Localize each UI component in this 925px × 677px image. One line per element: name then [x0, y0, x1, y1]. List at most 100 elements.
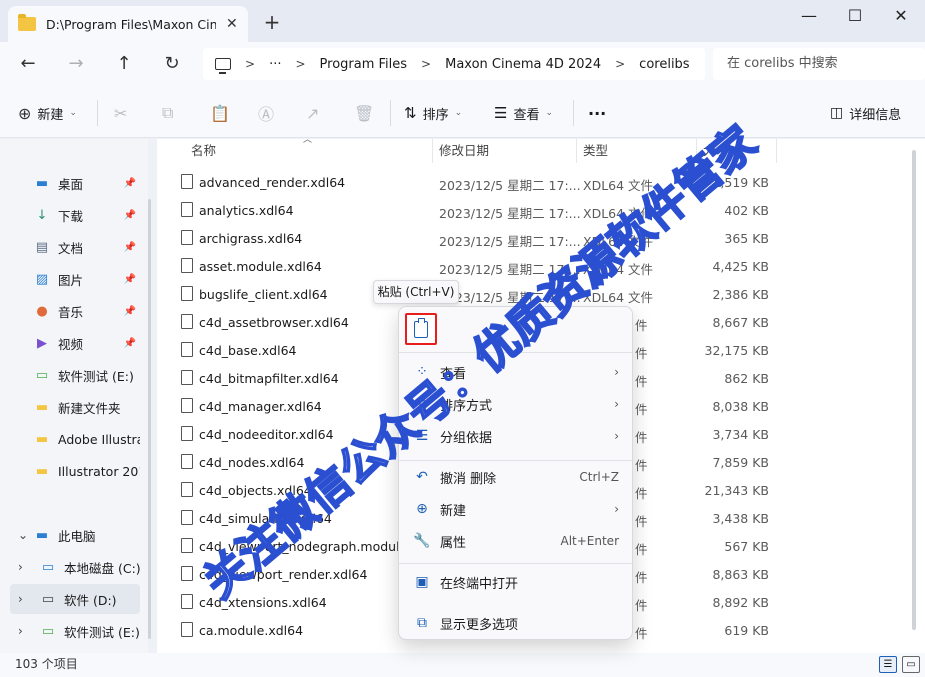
- sidebar-item-label: 下载: [58, 208, 84, 224]
- menu-item[interactable]: ☰ 分组依据 ›: [405, 421, 627, 451]
- column-divider[interactable]: [432, 139, 433, 163]
- close-tab-icon[interactable]: ✕: [226, 16, 238, 32]
- breadcrumb-program-files[interactable]: Program Files: [320, 57, 408, 72]
- paste-icon[interactable]: 📋: [210, 100, 230, 126]
- chevron-down-icon[interactable]: ⌄: [18, 528, 28, 542]
- menu-item[interactable]: ⁘ 查看 ›: [405, 357, 627, 387]
- search-input[interactable]: 在 corelibs 中搜索: [713, 48, 925, 80]
- explorer-tab[interactable]: D:\Program Files\Maxon Ciner ✕: [8, 6, 248, 42]
- sidebar-item[interactable]: ▬ Illustrator 2018: [10, 456, 140, 486]
- chevron-right-icon[interactable]: ›: [18, 560, 23, 574]
- column-divider[interactable]: [576, 139, 577, 163]
- file-size: 21,343 KB: [704, 483, 769, 498]
- sidebar-item[interactable]: ▶ 视频 📌: [10, 328, 140, 358]
- paste-icon: [414, 317, 428, 338]
- breadcrumb-separator[interactable]: >: [417, 57, 435, 71]
- column-name[interactable]: 名称: [191, 139, 216, 163]
- menu-item[interactable]: ⊕ 新建 ›: [405, 494, 627, 524]
- file-icon: [181, 566, 193, 581]
- group-icon: ☰: [415, 428, 429, 444]
- view-button[interactable]: ☰ 查看 ⌄: [494, 100, 553, 126]
- more-button[interactable]: ···: [588, 100, 606, 126]
- command-bar: [0, 88, 925, 138]
- details-view-icon[interactable]: ☰: [879, 656, 897, 673]
- rename-icon[interactable]: Ⓐ: [258, 100, 274, 126]
- sidebar-item[interactable]: ↓ 下载 📌: [10, 200, 140, 230]
- sidebar-item[interactable]: ⌄ ▬ 此电脑: [10, 520, 140, 550]
- sidebar-item[interactable]: ▤ 文档 📌: [10, 232, 140, 262]
- sidebar-item[interactable]: › ▭ 软件测试 (E:): [10, 616, 140, 646]
- chevron-right-icon[interactable]: ›: [18, 592, 23, 606]
- drive-icon: ▭: [41, 623, 55, 639]
- breadcrumb-corelibs[interactable]: corelibs: [639, 57, 689, 72]
- menu-item[interactable]: ⧉ 显示更多选项: [405, 608, 627, 638]
- file-type: 件: [635, 514, 648, 529]
- chevron-right-icon[interactable]: ›: [18, 624, 23, 638]
- chevron-down-icon: ⌄: [69, 108, 77, 118]
- share-icon[interactable]: ↗: [306, 100, 319, 126]
- pin-icon[interactable]: 📌: [124, 274, 136, 285]
- new-tab-button[interactable]: +: [262, 12, 282, 32]
- tiles-view-icon[interactable]: ▭: [902, 656, 920, 673]
- column-divider[interactable]: [696, 139, 697, 163]
- refresh-button[interactable]: ↻: [158, 52, 186, 76]
- pin-icon[interactable]: 📌: [124, 338, 136, 349]
- sidebar-item[interactable]: ▬ 桌面 📌: [10, 168, 140, 198]
- pin-icon[interactable]: 📌: [124, 210, 136, 221]
- sidebar-item[interactable]: ▬ 新建文件夹: [10, 392, 140, 422]
- sidebar-item[interactable]: ● 音乐 📌: [10, 296, 140, 326]
- column-type[interactable]: 类型: [583, 139, 608, 163]
- file-icon: [181, 230, 193, 245]
- copy-icon[interactable]: ⧉: [162, 100, 173, 126]
- breadcrumb-separator[interactable]: >: [291, 57, 309, 71]
- up-button[interactable]: ↑: [110, 52, 138, 76]
- pin-icon[interactable]: 📌: [124, 306, 136, 317]
- sidebar-item[interactable]: ▭ 软件测试 (E:): [10, 360, 140, 390]
- menu-item[interactable]: ▣ 在终端中打开: [405, 567, 627, 597]
- menu-item-label: 分组依据: [440, 430, 493, 446]
- pin-icon[interactable]: 📌: [124, 178, 136, 189]
- sidebar-item[interactable]: › ▭ 软件 (D:): [10, 584, 140, 614]
- menu-item[interactable]: ↶ 撤消 删除 Ctrl+Z: [405, 462, 627, 492]
- file-row[interactable]: bugslife_client.xdl64 2023/12/5 星期二 17:..…: [178, 280, 778, 308]
- vertical-scrollbar[interactable]: [912, 150, 916, 630]
- forward-button[interactable]: →: [62, 52, 90, 76]
- sidebar-item[interactable]: ▬ Adobe Illustrat: [10, 424, 140, 454]
- details-pane-icon: ◫: [830, 105, 844, 121]
- new-button[interactable]: ⊕ 新建 ⌄: [18, 100, 77, 126]
- file-row[interactable]: analytics.xdl64 2023/12/5 星期二 17:... XDL64…: [178, 196, 778, 224]
- maximize-button[interactable]: ☐: [832, 6, 878, 26]
- back-button[interactable]: ←: [14, 52, 42, 76]
- file-type: 件: [635, 430, 648, 445]
- file-size: 365 KB: [724, 231, 769, 246]
- file-size: 2,386 KB: [712, 287, 769, 302]
- breadcrumb-maxon[interactable]: Maxon Cinema 4D 2024: [445, 57, 601, 72]
- file-row[interactable]: archigrass.xdl64 2023/12/5 星期二 17:... XDL6…: [178, 224, 778, 252]
- column-divider[interactable]: [776, 139, 777, 163]
- delete-icon[interactable]: 🗑: [354, 100, 374, 126]
- column-size[interactable]: 大小: [703, 139, 728, 163]
- column-date[interactable]: 修改日期: [439, 139, 489, 163]
- menu-item[interactable]: ⇅ 排序方式 ›: [405, 389, 627, 419]
- sidebar-scrollbar[interactable]: [148, 199, 151, 639]
- file-name: c4d_viewport_nodegraph.module.x: [199, 539, 419, 554]
- file-row[interactable]: advanced_render.xdl64 2023/12/5 星期二 17:..…: [178, 168, 778, 196]
- pin-icon[interactable]: 📌: [124, 242, 136, 253]
- cut-icon[interactable]: ✂: [114, 100, 127, 126]
- breadcrumb-overflow[interactable]: ···: [269, 57, 281, 72]
- sort-button[interactable]: ⇅ 排序 ⌄: [404, 100, 462, 126]
- breadcrumb-separator[interactable]: >: [241, 57, 259, 71]
- details-button[interactable]: ◫ 详细信息: [830, 100, 901, 126]
- minimize-button[interactable]: —: [786, 6, 832, 26]
- sidebar-item[interactable]: › ▭ 本地磁盘 (C:): [10, 552, 140, 582]
- sort-ascending-icon: ︿: [303, 135, 313, 145]
- sidebar-item[interactable]: ▨ 图片 📌: [10, 264, 140, 294]
- address-bar[interactable]: > ··· > Program Files > Maxon Cinema 4D …: [203, 48, 705, 80]
- breadcrumb-separator[interactable]: >: [611, 57, 629, 71]
- paste-menu-button[interactable]: [405, 313, 437, 345]
- file-row[interactable]: asset.module.xdl64 2023/12/5 星期二 17:... XD…: [178, 252, 778, 280]
- menu-item[interactable]: 🔧 属性 Alt+Enter: [405, 526, 627, 556]
- details-label: 详细信息: [849, 107, 902, 123]
- file-date: 2023/12/5 星期二 17:...: [439, 262, 581, 277]
- close-window-button[interactable]: ✕: [878, 6, 924, 26]
